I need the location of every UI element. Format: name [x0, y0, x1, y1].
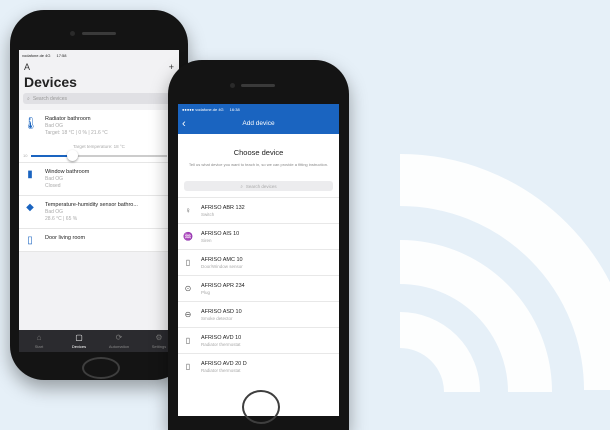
bulb-icon: ♀ [185, 206, 191, 215]
product-list-item[interactable]: ▯ AFRISO AVD 20 D Radiator thermostat [178, 353, 339, 379]
tab-icon: ⚙ [155, 333, 163, 342]
device-room: Bad OG [45, 123, 64, 129]
product-name: AFRISO AIS 10 [201, 230, 240, 237]
choose-heading: Choose device [233, 148, 284, 157]
device-row[interactable]: ▮ Window bathroom Bad OG Closed [19, 163, 179, 196]
plug-icon: ⊙ [184, 284, 192, 293]
search-placeholder: Search devices [245, 183, 277, 189]
add-device-screen: ●●●●● vodafone.de 4G 16:38 ‹ Add device … [178, 104, 339, 416]
siren-icon: ♒ [183, 232, 193, 241]
nav-title: Add device [242, 120, 275, 127]
slider-handle[interactable] [66, 149, 78, 161]
search-placeholder: Search devices [32, 95, 67, 102]
tab-label: Start [34, 344, 44, 349]
slider-min: 10 [23, 153, 28, 158]
product-name: AFRISO APR 234 [201, 282, 245, 289]
device-row[interactable]: ▯ Door living room [19, 229, 179, 252]
time-label: 17:58 [56, 53, 67, 58]
thermostat-icon: ▯ [185, 362, 191, 371]
product-name: AFRISO ABR 132 [201, 204, 245, 211]
product-type: Radiator thermostat [201, 341, 241, 347]
drop-icon: ◆ [26, 202, 34, 213]
product-name: AFRISO ASD 10 [201, 308, 242, 315]
speaker [241, 84, 275, 87]
product-type: Siren [201, 237, 212, 243]
back-chevron-icon[interactable]: ‹ [182, 118, 186, 130]
phone-add-device: ●●●●● vodafone.de 4G 16:38 ‹ Add device … [168, 60, 349, 430]
status-bar: vodafone.de 4G 17:58 [19, 50, 179, 61]
speaker [82, 32, 116, 35]
product-list-item[interactable]: ▯ AFRISO AMC 10 Door/Window sensor [178, 249, 339, 275]
search-icon: ⌕ [240, 183, 243, 189]
slider-label: Target temperature: 18 °C [73, 144, 125, 149]
search-icon: ⌕ [27, 95, 30, 102]
device-name: Radiator bathroom [45, 116, 91, 122]
slider-fill [31, 154, 72, 157]
device-state: 28.6 °C | 65 % [45, 216, 78, 222]
home-button[interactable] [82, 357, 120, 379]
temperature-slider-block: Target temperature: 18 °C 10 30 [19, 142, 179, 163]
product-list-item[interactable]: ♀ AFRISO ABR 132 Switch [178, 197, 339, 223]
product-type: Door/Window sensor [201, 263, 243, 269]
product-list-item[interactable]: ♒ AFRISO AIS 10 Siren [178, 223, 339, 249]
device-target: Target: 18 °C | 0 % | 21.6 °C [45, 130, 108, 136]
tab-icon: ▢ [75, 333, 83, 342]
product-list-item[interactable]: ⊖ AFRISO ASD 10 Smoke detector [178, 301, 339, 327]
tab-automation[interactable]: ⟳ Automation [99, 330, 139, 352]
search-input[interactable]: ⌕ Search devices [184, 181, 333, 191]
carrier-label: ●●●●● vodafone.de 4G [182, 107, 224, 112]
nav-bar: ‹ Add device [178, 115, 339, 132]
product-name: AFRISO AVD 20 D [201, 360, 247, 367]
tab-label: Settings [151, 344, 167, 349]
device-room: Bad OG [45, 176, 64, 182]
device-radiator[interactable]: 🌡︎ Radiator bathroom Bad OG Target: 18 °… [19, 110, 179, 142]
tab-label: Automation [108, 344, 130, 349]
product-type: Radiator thermostat [201, 367, 241, 373]
search-input[interactable]: ⌕ Search devices [23, 93, 175, 104]
product-list-item[interactable]: ▯ AFRISO AVD 10 Radiator thermostat [178, 327, 339, 353]
product-type: Smoke detector [201, 315, 233, 321]
thermostat-icon: ▯ [185, 336, 191, 345]
device-name: Door living room [45, 235, 86, 241]
choose-subheading: Tell us what device you want to teach in… [188, 162, 329, 167]
temperature-slider[interactable] [31, 149, 167, 161]
smoke-icon: ⊖ [184, 310, 192, 319]
product-type: Plug [201, 289, 211, 295]
window-icon: ▮ [27, 169, 33, 180]
product-name: AFRISO AMC 10 [201, 256, 243, 263]
front-camera [70, 31, 75, 36]
phone-devices: vodafone.de 4G 17:58 A + Devices ⌕ Searc… [10, 10, 188, 380]
tab-devices[interactable]: ▢ Devices [59, 330, 99, 352]
add-device-button[interactable]: + [169, 62, 174, 72]
profile-icon[interactable]: A [24, 62, 30, 72]
device-row[interactable]: ◆ Temperature-humidity sensor bathro... Ba… [19, 196, 179, 229]
devices-screen: vodafone.de 4G 17:58 A + Devices ⌕ Searc… [19, 50, 179, 352]
device-name: Window bathroom [45, 169, 90, 175]
device-room: Bad OG [45, 209, 64, 215]
home-button[interactable] [242, 390, 280, 424]
tab-icon: ⟳ [115, 333, 123, 342]
tab-icon: ⌂ [36, 333, 42, 342]
tab-label: Devices [71, 344, 87, 349]
time-label: 16:38 [229, 107, 240, 112]
door-icon: ▯ [27, 235, 33, 246]
tab-bar: ⌂ Start ▢ Devices ⟳ Automation ⚙ Settings [19, 330, 179, 352]
thermometer-icon: 🌡︎ [23, 116, 39, 130]
status-bar: ●●●●● vodafone.de 4G 16:38 [178, 104, 339, 115]
product-name: AFRISO AVD 10 [201, 334, 242, 341]
device-state: Closed [45, 183, 61, 189]
product-list: ♀ AFRISO ABR 132 Switch ♒ AFRISO AIS 10 Siren… [178, 197, 339, 379]
front-camera [230, 83, 235, 88]
tab-start[interactable]: ⌂ Start [19, 330, 59, 352]
device-name: Temperature-humidity sensor bathro... [45, 202, 138, 208]
product-type: Switch [201, 211, 215, 217]
page-title: Devices [24, 74, 77, 90]
window-sensor-icon: ▯ [185, 258, 191, 267]
product-list-item[interactable]: ⊙ AFRISO APR 234 Plug [178, 275, 339, 301]
carrier-label: vodafone.de 4G [22, 53, 51, 58]
